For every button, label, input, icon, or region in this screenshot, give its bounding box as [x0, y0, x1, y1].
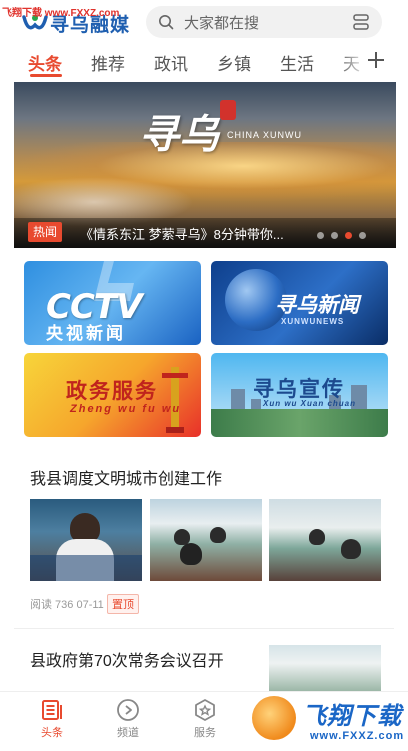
carousel-dot[interactable] — [331, 232, 338, 239]
scan-icon[interactable] — [352, 13, 370, 31]
xunwu-promo-pinyin: Xun wu Xuan chuan — [263, 399, 357, 408]
nav-service[interactable]: 服务 — [175, 692, 235, 751]
article-title[interactable]: 我县调度文明城市创建工作 — [30, 465, 222, 489]
xunwu-news-card[interactable]: 寻乌新闻 XUNWUNEWS — [211, 261, 388, 345]
article-thumbnail[interactable] — [150, 499, 262, 581]
carousel-dot[interactable] — [359, 232, 366, 239]
search-bar[interactable]: 大家都在搜 — [146, 6, 382, 38]
carousel-dot[interactable] — [317, 232, 324, 239]
tab-towns[interactable]: 乡镇 — [217, 50, 251, 75]
nav-label: 头条 — [41, 727, 63, 739]
search-placeholder: 大家都在搜 — [184, 14, 260, 32]
hot-badge: 热闻 — [28, 222, 62, 242]
tab-headline[interactable]: 头条 — [28, 50, 62, 75]
cctv-label: 央视新闻 — [46, 324, 126, 343]
app-screen: 飞翔下载 www.FXXZ.com 寻乌融媒 大家都在搜 头条 推荐 政讯 乡镇… — [0, 0, 408, 751]
gov-service-label: 政务服务 — [66, 380, 158, 403]
watermark-logo-mark — [252, 696, 296, 740]
watermark-text: 飞翔下载 — [302, 703, 402, 730]
article-thumbnail[interactable] — [269, 645, 381, 691]
channel-tabs: 头条 推荐 政讯 乡镇 生活 天 — [0, 44, 408, 80]
tab-life[interactable]: 生活 — [280, 50, 314, 75]
thumbnail-overlay — [30, 555, 142, 581]
xunwu-news-en: XUNWUNEWS — [281, 317, 345, 326]
xunwu-promo-card[interactable]: 寻乌宣传 Xun wu Xuan chuan — [211, 353, 388, 437]
person-head — [180, 543, 202, 565]
nav-label: 服务 — [194, 727, 216, 739]
xunwu-news-label: 寻乌新闻 — [275, 294, 359, 317]
city-ground — [211, 409, 388, 437]
nav-label: 频道 — [117, 727, 139, 739]
tab-recommend[interactable]: 推荐 — [91, 50, 125, 75]
watermark-url: www.FXXZ.com — [310, 730, 405, 742]
pillar-graphic — [162, 367, 188, 433]
nav-channel[interactable]: 频道 — [98, 692, 158, 751]
gov-service-pinyin: Zheng wu fu wu — [70, 403, 182, 415]
cctv-news-card[interactable]: CCTV 央视新闻 — [24, 261, 201, 345]
service-icon — [195, 699, 215, 721]
article-thumbnail[interactable] — [30, 499, 142, 581]
banner-title: 寻乌 — [139, 111, 219, 158]
person-head — [309, 529, 325, 545]
add-channel-icon[interactable] — [364, 48, 388, 72]
divider — [14, 628, 394, 629]
tab-politics[interactable]: 政讯 — [154, 50, 188, 75]
article-thumbnail[interactable] — [269, 499, 381, 581]
nav-headline[interactable]: 头条 — [22, 692, 82, 751]
article-meta: 阅读 736 07-11 — [30, 599, 104, 611]
news-icon — [42, 700, 62, 720]
watermark-logo: 飞翔下载 www.FXXZ.com — [248, 690, 408, 751]
play-icon — [117, 699, 139, 721]
person-head — [210, 527, 226, 543]
hero-banner[interactable]: 寻乌 CHINA XUNWU 热闻 《情系东江 梦萦寻乌》8分钟带你... — [14, 82, 396, 248]
carousel-dots[interactable] — [317, 232, 366, 239]
gov-service-card[interactable]: 政务服务 Zheng wu fu wu — [24, 353, 201, 437]
carousel-dot-active[interactable] — [345, 232, 352, 239]
pinned-badge: 置顶 — [107, 594, 139, 614]
person-head — [341, 539, 361, 559]
banner-seal — [220, 100, 236, 120]
article-title[interactable]: 县政府第70次常务会议召开 — [30, 647, 224, 671]
banner-caption: 《情系东江 梦萦寻乌》8分钟带你... — [80, 227, 284, 242]
watermark-top: 飞翔下载 www.FXXZ.com — [2, 8, 120, 19]
banner-subtitle: CHINA XUNWU — [227, 130, 303, 140]
search-icon — [159, 15, 174, 30]
active-tab-indicator — [30, 74, 62, 77]
